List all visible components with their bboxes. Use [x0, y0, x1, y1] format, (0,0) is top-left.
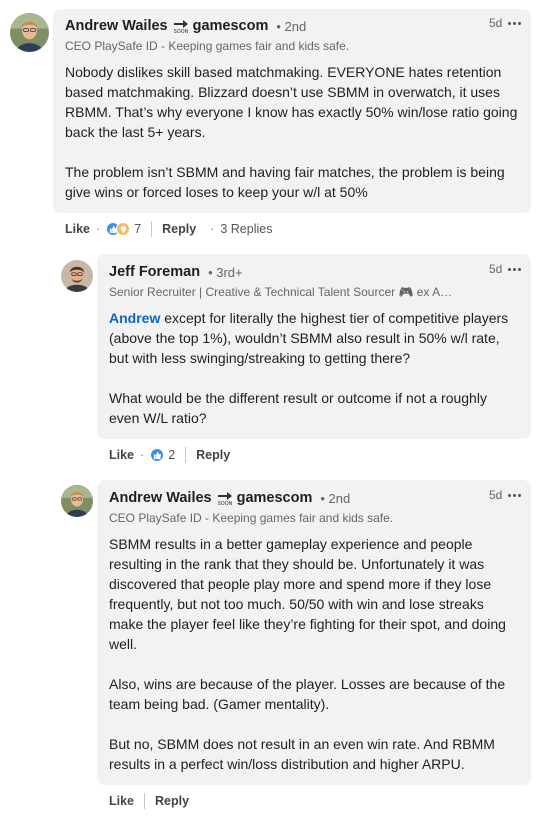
like-reaction-icon — [150, 448, 165, 462]
reply-button[interactable]: Reply — [155, 794, 189, 808]
soon-sticker-icon: SOON — [172, 18, 190, 35]
author-line: Jeff Foreman • 3rd+ — [109, 264, 243, 280]
author-headline: Senior Recruiter | Creative & Technical … — [109, 285, 453, 299]
comment-text: SBMM results in a better gameplay experi… — [109, 534, 519, 774]
reaction-count: 7 — [134, 222, 142, 236]
comment-actions: Like Reply — [109, 793, 189, 809]
author-line: Andrew Wailes SOON gamescom • 2nd — [65, 18, 307, 35]
author-headline: CEO PlaySafe ID - Keeping games fair and… — [65, 39, 350, 53]
comment-paragraph: SBMM results in a better gameplay experi… — [109, 536, 506, 652]
comment-meta: 5d — [489, 16, 522, 30]
timestamp: 5d — [489, 262, 503, 276]
soon-sticker-icon: SOON — [216, 490, 234, 507]
author-headline: CEO PlaySafe ID - Keeping games fair and… — [109, 511, 394, 525]
comment-text: Nobody dislikes skill based matchmaking.… — [65, 62, 525, 202]
timestamp: 5d — [489, 16, 503, 30]
author-avatar[interactable] — [61, 485, 93, 517]
author-name[interactable]: Andrew Wailes — [109, 490, 212, 506]
connection-degree: • 3rd+ — [208, 264, 243, 280]
connection-degree: • 2nd — [320, 490, 351, 506]
comment-paragraph: The problem isn’t SBMM and having fair m… — [65, 164, 505, 200]
comment-paragraph: Nobody dislikes skill based matchmaking.… — [65, 64, 518, 140]
reply-button[interactable]: Reply — [162, 222, 196, 236]
separator-dot: · — [96, 222, 101, 236]
comment-paragraph: But no, SBMM does not result in an even … — [109, 736, 495, 772]
svg-text:SOON: SOON — [217, 501, 232, 506]
comment-text: Andrew except for literally the highest … — [109, 308, 519, 428]
comment-text-rest: except for literally the highest tier of… — [109, 310, 509, 366]
like-button[interactable]: Like — [65, 222, 90, 236]
timestamp: 5d — [489, 488, 503, 502]
like-button[interactable]: Like — [109, 794, 134, 808]
reaction-count: 2 — [168, 448, 176, 462]
reply-button[interactable]: Reply — [196, 448, 230, 462]
author-name[interactable]: Andrew Wailes — [65, 18, 168, 34]
more-options-icon[interactable] — [508, 21, 522, 25]
comment-meta: 5d — [489, 488, 522, 502]
author-badge-text: gamescom — [192, 18, 269, 34]
comment-actions: Like · 7 Reply · 3 Replies — [65, 221, 272, 237]
divider — [185, 447, 187, 463]
author-line: Andrew Wailes SOON gamescom • 2nd — [109, 490, 351, 507]
comment-paragraph: What would be the different result or ou… — [109, 390, 487, 426]
comment-paragraph: Andrew except for literally the highest … — [109, 308, 519, 368]
reactions[interactable]: 7 — [106, 222, 141, 236]
divider — [144, 793, 146, 809]
more-options-icon[interactable] — [508, 267, 522, 271]
divider — [151, 221, 153, 237]
comment-actions: Like · 2 Reply — [109, 447, 230, 463]
replies-link[interactable]: 3 Replies — [220, 222, 272, 236]
insightful-reaction-icon — [116, 222, 131, 236]
comment-meta: 5d — [489, 262, 522, 276]
more-options-icon[interactable] — [508, 493, 522, 497]
comment-paragraph: Also, wins are because of the player. Lo… — [109, 676, 506, 712]
separator-dot: · — [140, 448, 145, 462]
author-badge-text: gamescom — [236, 490, 313, 506]
author-name[interactable]: Jeff Foreman — [109, 264, 200, 280]
author-avatar[interactable] — [61, 260, 93, 292]
separator-dot: · — [210, 222, 215, 236]
svg-text:SOON: SOON — [173, 29, 188, 34]
connection-degree: • 2nd — [276, 18, 307, 34]
mention-link[interactable]: Andrew — [109, 310, 160, 326]
like-button[interactable]: Like — [109, 448, 134, 462]
reactions[interactable]: 2 — [150, 448, 175, 462]
author-avatar[interactable] — [10, 13, 49, 52]
